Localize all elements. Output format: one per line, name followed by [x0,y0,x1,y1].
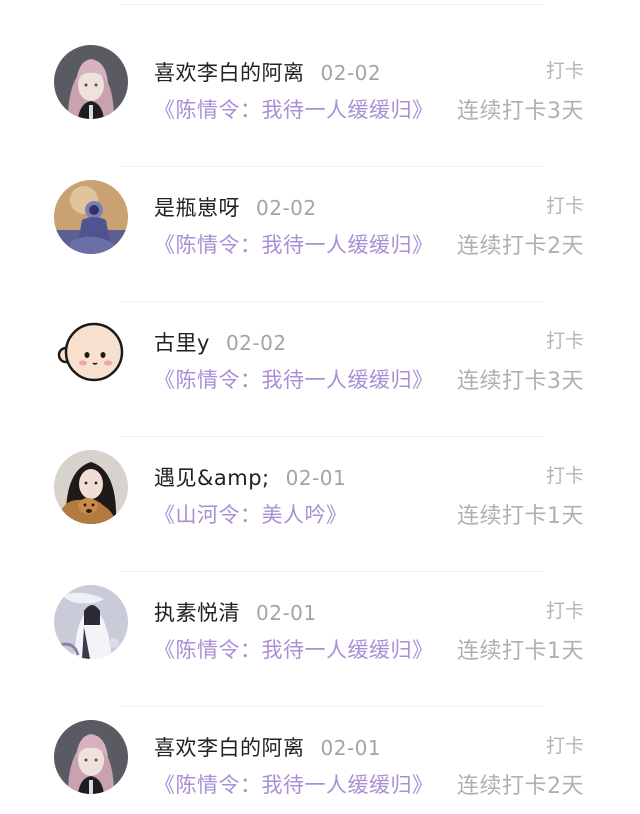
checkin-button[interactable]: 打卡 [546,56,584,83]
checkin-date: 02-02 [256,196,317,220]
row-divider [120,301,544,302]
checkin-button[interactable]: 打卡 [546,731,584,758]
user-name[interactable]: 喜欢李白的阿离 [154,736,305,760]
streak-text: 连续打卡1天 [457,639,584,664]
checkin-button[interactable]: 打卡 [546,596,584,623]
avatar[interactable] [54,315,128,389]
list-item[interactable]: 喜欢李白的阿离 02-01 打卡 《陈情令：我待一人缓缓归》 连续打卡2天 [0,709,640,814]
checkin-date: 02-02 [320,61,382,85]
row-divider [120,166,544,167]
list-item[interactable]: 执素悦清 02-01 打卡 《陈情令：我待一人缓缓归》 连续打卡1天 [0,574,640,709]
book-title-link[interactable]: 《陈情令：我待一人缓缓归》 [154,94,434,124]
checkin-button[interactable]: 打卡 [546,191,584,218]
book-title-link[interactable]: 《山河令：美人吟》 [154,499,348,529]
book-title-link[interactable]: 《陈情令：我待一人缓缓归》 [154,634,434,664]
row-divider [120,571,544,572]
pink-haired-girl-icon [54,45,128,119]
row-divider [120,436,544,437]
user-name-line: 喜欢李白的阿离 02-01 [154,732,381,762]
user-name-line: 遇见&amp; 02-01 [154,462,346,492]
streak-text: 连续打卡3天 [457,369,584,394]
book-title-link[interactable]: 《陈情令：我待一人缓缓归》 [154,769,434,799]
user-name-line: 古里y 02-02 [154,327,287,357]
girl-with-dog-icon [54,450,128,524]
streak-text: 连续打卡2天 [457,774,584,799]
avatar[interactable] [54,720,128,794]
checkin-button[interactable]: 打卡 [546,326,584,353]
user-name-line: 执素悦清 02-01 [154,597,317,627]
user-name[interactable]: 古里y [154,331,210,355]
avatar[interactable] [54,45,128,119]
user-name[interactable]: 遇见&amp; [154,466,270,490]
user-name[interactable]: 是瓶崽呀 [154,196,240,220]
list-item[interactable]: 是瓶崽呀 02-02 打卡 《陈情令：我待一人缓缓归》 连续打卡2天 [0,169,640,304]
astronaut-icon [54,180,128,254]
user-name[interactable]: 执素悦清 [154,601,240,625]
top-divider [120,4,544,5]
checkin-button[interactable]: 打卡 [546,461,584,488]
list-item[interactable]: 古里y 02-02 打卡 《陈情令：我待一人缓缓归》 连续打卡3天 [0,304,640,439]
user-name-line: 是瓶崽呀 02-02 [154,192,317,222]
checkin-date: 02-01 [256,601,317,625]
pink-haired-girl-icon [54,720,128,794]
book-title-link[interactable]: 《陈情令：我待一人缓缓归》 [154,229,434,259]
checkin-date: 02-02 [225,331,287,355]
avatar[interactable] [54,450,128,524]
checkin-date: 02-01 [320,736,382,760]
cartoon-bald-head-icon [54,315,128,389]
row-divider [120,706,544,707]
user-name[interactable]: 喜欢李白的阿离 [154,61,305,85]
streak-text: 连续打卡3天 [457,99,584,124]
list-item[interactable]: 喜欢李白的阿离 02-02 打卡 《陈情令：我待一人缓缓归》 连续打卡3天 [0,34,640,169]
white-robed-figure-icon [54,585,128,659]
avatar[interactable] [54,585,128,659]
avatar[interactable] [54,180,128,254]
book-title-link[interactable]: 《陈情令：我待一人缓缓归》 [154,364,434,394]
streak-text: 连续打卡2天 [457,234,584,259]
user-name-line: 喜欢李白的阿离 02-02 [154,57,381,87]
streak-text: 连续打卡1天 [457,504,584,529]
checkin-date: 02-01 [285,466,347,490]
list-item[interactable]: 遇见&amp; 02-01 打卡 《山河令：美人吟》 连续打卡1天 [0,439,640,574]
